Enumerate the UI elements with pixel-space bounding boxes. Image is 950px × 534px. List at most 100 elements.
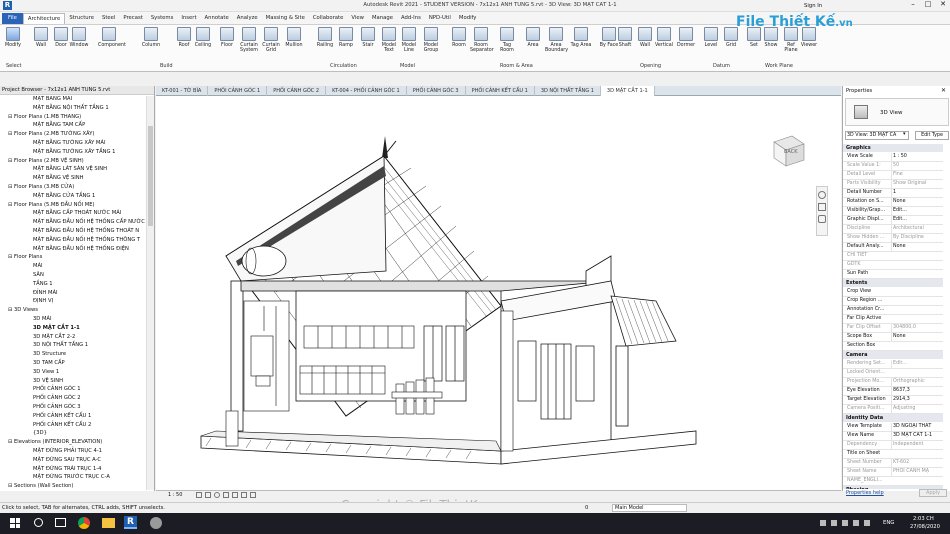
browser-view-item[interactable]: MẶT BẰNG ĐẦU NỐI HỆ THỐNG THÔNG T — [33, 237, 140, 243]
view-tab[interactable]: PHỐI CẢNH GÓC 1 — [208, 86, 268, 96]
view-tab[interactable]: PHỐI CẢNH GÓC 3 — [407, 86, 466, 96]
ribbon-button-ramp[interactable]: Ramp — [335, 27, 357, 48]
browser-view-item[interactable]: 3D View 1 — [33, 369, 59, 375]
property-value[interactable]: Show Original — [891, 180, 943, 188]
browser-view-item[interactable]: 3D VỆ SINH — [33, 378, 63, 384]
ribbon-button-floor[interactable]: Floor — [216, 27, 238, 48]
property-value[interactable]: Independent — [891, 441, 943, 449]
view-scale[interactable]: 1 : 50 — [168, 492, 182, 498]
revit-taskbar-icon[interactable]: R — [124, 516, 137, 529]
property-row[interactable]: Crop View — [843, 288, 943, 297]
ribbon-button-mullion[interactable]: Mullion — [283, 27, 305, 48]
browser-view-item[interactable]: PHỐI CẢNH GÓC 2 — [33, 395, 81, 401]
property-row[interactable]: Parts Visibility Show Original — [843, 180, 943, 189]
property-row[interactable]: NAME_ENGLI... — [843, 477, 943, 486]
property-value[interactable]: 1 — [891, 189, 943, 197]
property-value[interactable]: 2914,3 — [891, 396, 943, 404]
ribbon-button-dormer[interactable]: Dormer — [675, 27, 697, 48]
property-row[interactable]: Show Hidden ... By Discipline — [843, 234, 943, 243]
browser-view-item[interactable]: 3D NỘI THẤT TẦNG 1 — [33, 342, 88, 348]
browser-view-item[interactable]: MẶT BẰNG TAM CẤP — [33, 122, 85, 128]
zoom-icon[interactable] — [818, 215, 826, 223]
ribbon-button-component[interactable]: Component — [98, 27, 126, 48]
property-row[interactable]: Visibility/Grap... Edit... — [843, 207, 943, 216]
browser-view-item[interactable]: MẶT BẰNG MÁI — [33, 96, 72, 102]
apply-button[interactable]: Apply — [919, 489, 947, 497]
browser-view-item[interactable]: MẶT BẰNG TƯỜNG XÂY MÁI — [33, 140, 105, 146]
property-row[interactable]: Target Elevation 2914,3 — [843, 396, 943, 405]
browser-group[interactable]: ⊟ Floor Plans — [8, 254, 42, 260]
browser-view-item[interactable]: MÁI — [33, 263, 43, 269]
property-row[interactable]: Discipline Architectural — [843, 225, 943, 234]
ribbon-button-curtain-grid[interactable]: Curtain Grid — [260, 27, 282, 53]
close-icon[interactable]: ✕ — [936, 0, 950, 11]
ribbon-tab-view[interactable]: View — [347, 13, 368, 24]
view-controls-icons[interactable] — [196, 492, 276, 498]
property-row[interactable]: GDTK — [843, 261, 943, 270]
property-row[interactable]: Detail Number 1 — [843, 189, 943, 198]
browser-view-item[interactable]: 3D MÁI — [33, 316, 52, 322]
navigation-bar[interactable] — [816, 186, 828, 236]
property-value[interactable]: Orthographic — [891, 378, 943, 386]
property-value[interactable]: 8637,3 — [891, 387, 943, 395]
ribbon-tab-massing-site[interactable]: Massing & Site — [262, 13, 309, 24]
browser-group[interactable]: ⊟ Floor Plans (2.MB VỆ SINH) — [8, 158, 84, 164]
ribbon-button-window[interactable]: Window — [68, 27, 90, 48]
ribbon-button-model-text[interactable]: Model Text — [378, 27, 400, 53]
model-selector[interactable]: Main Model — [612, 504, 687, 512]
property-row[interactable]: Far Clip Active — [843, 315, 943, 324]
ribbon-button-curtain-system[interactable]: Curtain System — [238, 27, 260, 53]
property-row[interactable]: View Name 3D MẶT CẮT 1-1 — [843, 432, 943, 441]
property-value[interactable]: Fine — [891, 171, 943, 179]
ribbon-tab-systems[interactable]: Systems — [147, 13, 178, 24]
browser-view-item[interactable]: MẶT BẰNG CẤP THOÁT NƯỚC MÁI — [33, 210, 121, 216]
revit-logo-icon[interactable]: R — [3, 1, 12, 10]
property-row[interactable]: CHI TIẾT — [843, 252, 943, 261]
ribbon-tab-add-ins[interactable]: Add-Ins — [397, 13, 425, 24]
pan-icon[interactable] — [818, 203, 826, 211]
browser-view-item[interactable]: MẶT BẰNG TƯỜNG XÂY TẦNG 1 — [33, 149, 116, 155]
browser-view-item[interactable]: SÂN — [33, 272, 44, 278]
ribbon-tab-insert[interactable]: Insert — [177, 13, 200, 24]
browser-view-item[interactable]: PHỐI CẢNH KẾT CẤU 1 — [33, 413, 91, 419]
property-row[interactable]: Projection Mo... Orthographic — [843, 378, 943, 387]
edit-type-button[interactable]: Edit Type — [915, 131, 949, 140]
clock-date[interactable]: 27/08/2020 — [910, 524, 940, 530]
ribbon-button-wall[interactable]: Wall — [30, 27, 52, 48]
ribbon-button-ceiling[interactable]: Ceiling — [192, 27, 214, 48]
ribbon-tab-analyze[interactable]: Analyze — [233, 13, 262, 24]
property-value[interactable]: None — [891, 243, 943, 251]
property-row[interactable]: Scope Box None — [843, 333, 943, 342]
browser-group[interactable]: ⊟ Sections (Wall Section) — [8, 483, 73, 488]
browser-view-item[interactable]: MẶT BẰNG CỬA TẦNG 1 — [33, 193, 95, 199]
browser-view-item[interactable]: MẶT BẰNG ĐẦU NỐI HỆ THỐNG ĐIỆN — [33, 246, 129, 252]
search-icon[interactable] — [34, 518, 43, 527]
3d-view-canvas[interactable]: BACK File Thiết Kế.vn Copyright © FileTh… — [156, 14, 853, 512]
browser-group[interactable]: ⊟ Elevations (INTERIOR_ELEVATION) — [8, 439, 102, 445]
browser-group[interactable]: ⊟ Floor Plans (3.MB CỬA) — [8, 184, 74, 190]
property-row[interactable]: Detail Level Fine — [843, 171, 943, 180]
task-view-icon[interactable] — [55, 518, 66, 527]
browser-view-item[interactable]: 3D TAM CẤP — [33, 360, 65, 366]
minimize-icon[interactable]: – — [906, 0, 920, 11]
ribbon-tab-precast[interactable]: Precast — [119, 13, 146, 24]
property-row[interactable]: Sheet Number KT-602 — [843, 459, 943, 468]
browser-view-item[interactable]: 3D MẶT CẮT 2-2 — [33, 334, 75, 340]
property-row[interactable]: Rotation on S... None — [843, 198, 943, 207]
property-row[interactable]: Camera Positi... Adjusting — [843, 405, 943, 414]
language-indicator[interactable]: ENG — [883, 520, 894, 526]
property-value[interactable]: None — [891, 333, 943, 341]
ribbon-button-railing[interactable]: Railing — [314, 27, 336, 48]
browser-view-item[interactable]: MẶT BẰNG LÁT SÀN VỆ SINH — [33, 166, 107, 172]
properties-close-icon[interactable]: ✕ — [941, 87, 946, 94]
property-row[interactable]: Sheet Name PHỐI CẢNH MẶ — [843, 468, 943, 477]
ribbon-tab-file[interactable]: File — [2, 12, 23, 24]
tray-icons[interactable] — [820, 520, 880, 526]
property-row[interactable]: Dependency Independent — [843, 441, 943, 450]
browser-view-item[interactable]: MẶT ĐỨNG TRƯỚC TRỤC C-A — [33, 474, 110, 480]
ribbon-button-tag-area[interactable]: Tag Area — [570, 27, 592, 48]
ribbon-tab-steel[interactable]: Steel — [98, 13, 119, 24]
ribbon-tab-annotate[interactable]: Annotate — [201, 13, 233, 24]
property-value[interactable]: 3D NGOẠI THẤT — [891, 423, 943, 431]
browser-view-item[interactable]: PHỐI CẢNH GÓC 3 — [33, 404, 81, 410]
